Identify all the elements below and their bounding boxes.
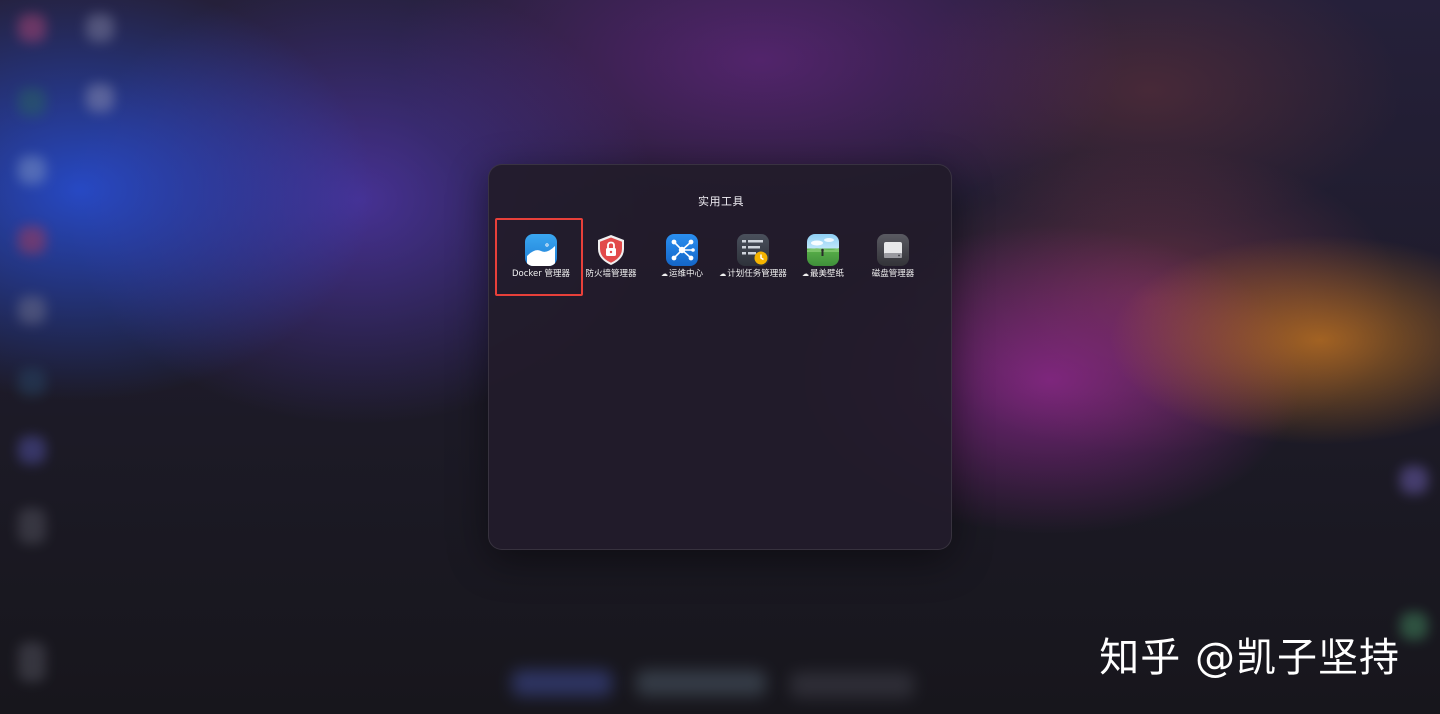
task-clock-icon	[737, 234, 769, 266]
app-label: Docker 管理器	[512, 269, 570, 279]
folder-panel: 实用工具 Docker 管理器 防火墙管理器 ☁运维中心 ☁计划任务管理器 ☁最…	[488, 164, 952, 550]
desktop-icon-blurred	[1400, 612, 1428, 640]
app-firewall-manager[interactable]: 防火墙管理器	[573, 229, 649, 279]
desktop-icon-blurred	[18, 14, 46, 42]
desktop-icon-blurred	[18, 296, 46, 324]
app-docker-manager[interactable]: Docker 管理器	[503, 229, 579, 279]
app-grid: Docker 管理器 防火墙管理器 ☁运维中心 ☁计划任务管理器 ☁最美壁纸 磁…	[503, 229, 943, 309]
app-label: ☁最美壁纸	[785, 269, 861, 279]
hard-disk-icon	[877, 234, 909, 266]
dock-blurred	[636, 670, 766, 696]
app-label-text: 最美壁纸	[809, 269, 844, 279]
desktop-icon-blurred	[18, 88, 46, 116]
cloud-download-icon: ☁	[801, 270, 809, 278]
landscape-icon	[807, 234, 839, 266]
app-ops-center[interactable]: ☁运维中心	[644, 229, 720, 279]
lock-shield-icon	[595, 234, 627, 266]
dock-blurred	[790, 672, 914, 698]
desktop-icon-blurred	[18, 508, 46, 544]
docker-whale-icon	[525, 234, 557, 266]
app-label: 防火墙管理器	[585, 269, 637, 279]
cloud-download-icon: ☁	[660, 270, 668, 278]
desktop-icon-blurred	[18, 226, 46, 254]
network-nodes-icon	[666, 234, 698, 266]
app-task-scheduler[interactable]: ☁计划任务管理器	[715, 229, 791, 279]
dock-blurred	[512, 670, 612, 696]
app-label: ☁计划任务管理器	[715, 269, 791, 279]
app-label-text: 计划任务管理器	[727, 269, 787, 279]
desktop-icon-blurred	[1400, 466, 1428, 494]
cloud-download-icon: ☁	[719, 270, 727, 278]
desktop-icon-blurred	[86, 84, 114, 112]
app-label: ☁运维中心	[644, 269, 720, 279]
desktop-icon-blurred	[18, 642, 46, 682]
folder-title: 实用工具	[698, 195, 744, 208]
watermark-text: 知乎 @凯子坚持	[1099, 635, 1400, 681]
desktop-icon-blurred	[86, 14, 114, 42]
desktop-icon-blurred	[18, 436, 46, 464]
app-label: 磁盘管理器	[871, 269, 915, 279]
app-label-text: 运维中心	[668, 269, 703, 279]
desktop-icon-blurred	[18, 368, 46, 396]
app-disk-manager[interactable]: 磁盘管理器	[855, 229, 931, 279]
desktop-icon-blurred	[18, 156, 46, 184]
app-best-wallpaper[interactable]: ☁最美壁纸	[785, 229, 861, 279]
